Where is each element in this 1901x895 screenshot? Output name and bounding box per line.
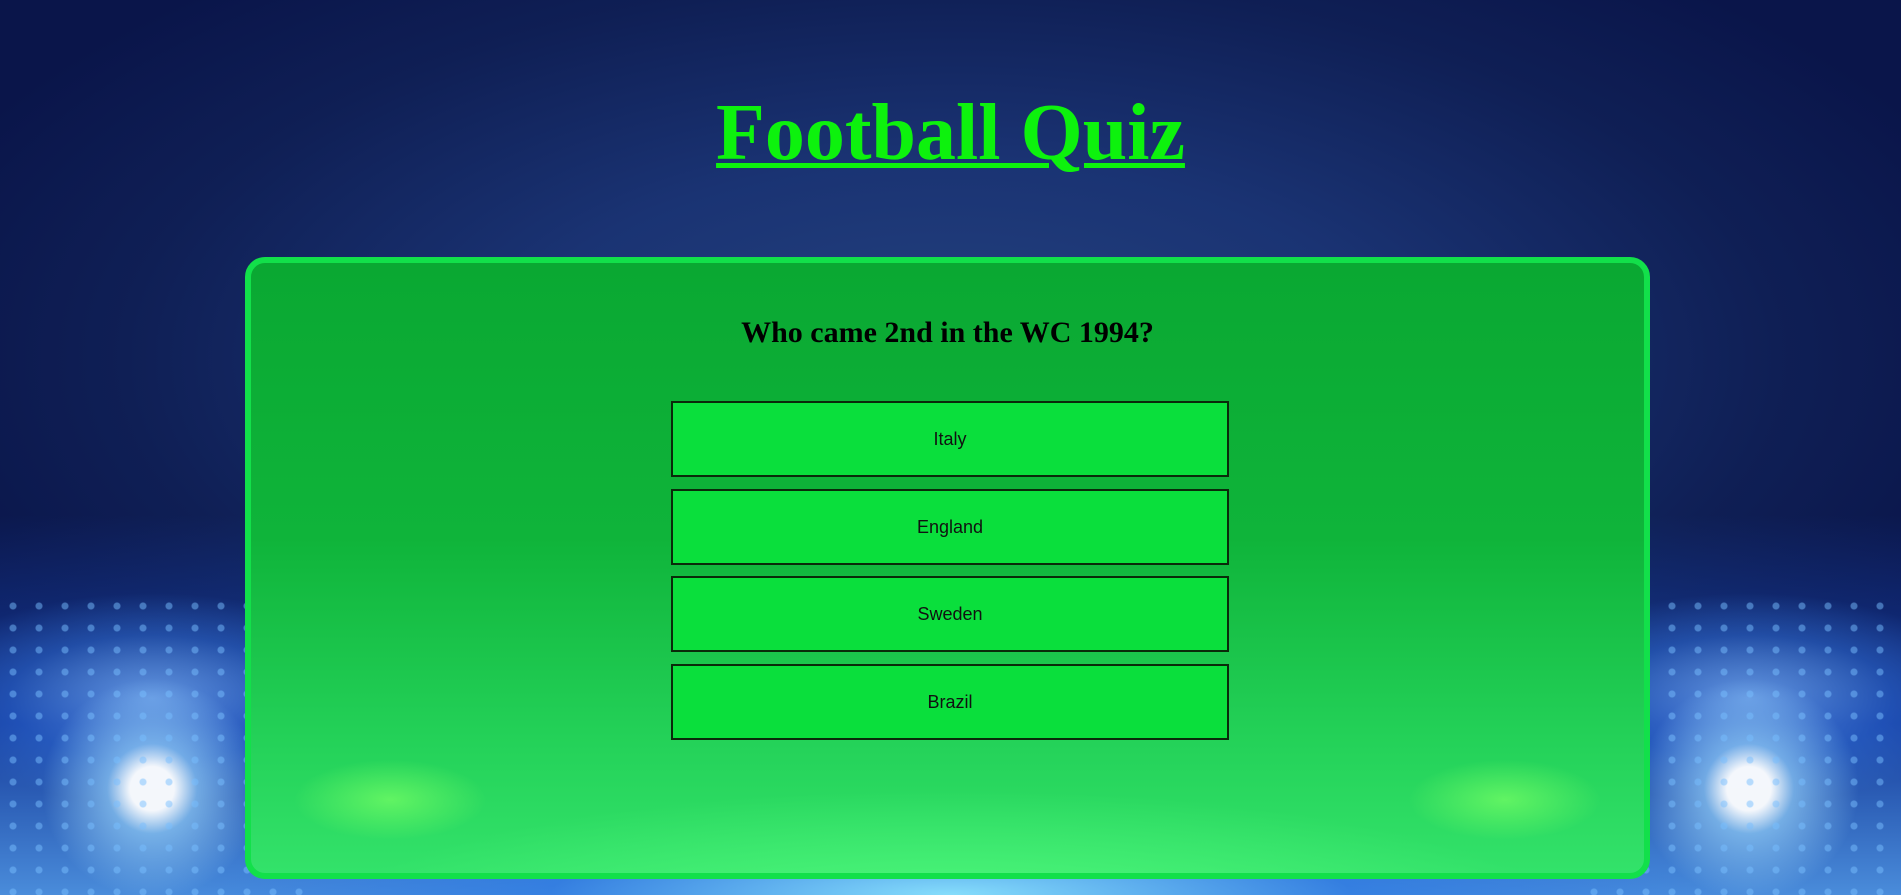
answer-label: Italy (933, 428, 967, 449)
question-text: Who came 2nd in the WC 1994? (741, 316, 1154, 349)
quiz-card: Who came 2nd in the WC 1994? Italy Engla… (245, 257, 1650, 879)
answer-button-brazil[interactable]: Brazil (671, 664, 1229, 740)
answer-label: England (916, 516, 984, 537)
answer-button-italy[interactable]: Italy (671, 401, 1229, 477)
answer-label: Brazil (927, 691, 973, 712)
answer-label: Sweden (917, 603, 983, 624)
answer-button-sweden[interactable]: Sweden (671, 576, 1229, 652)
page-title: Football Quiz (716, 89, 1185, 177)
answer-button-england[interactable]: England (671, 489, 1229, 565)
